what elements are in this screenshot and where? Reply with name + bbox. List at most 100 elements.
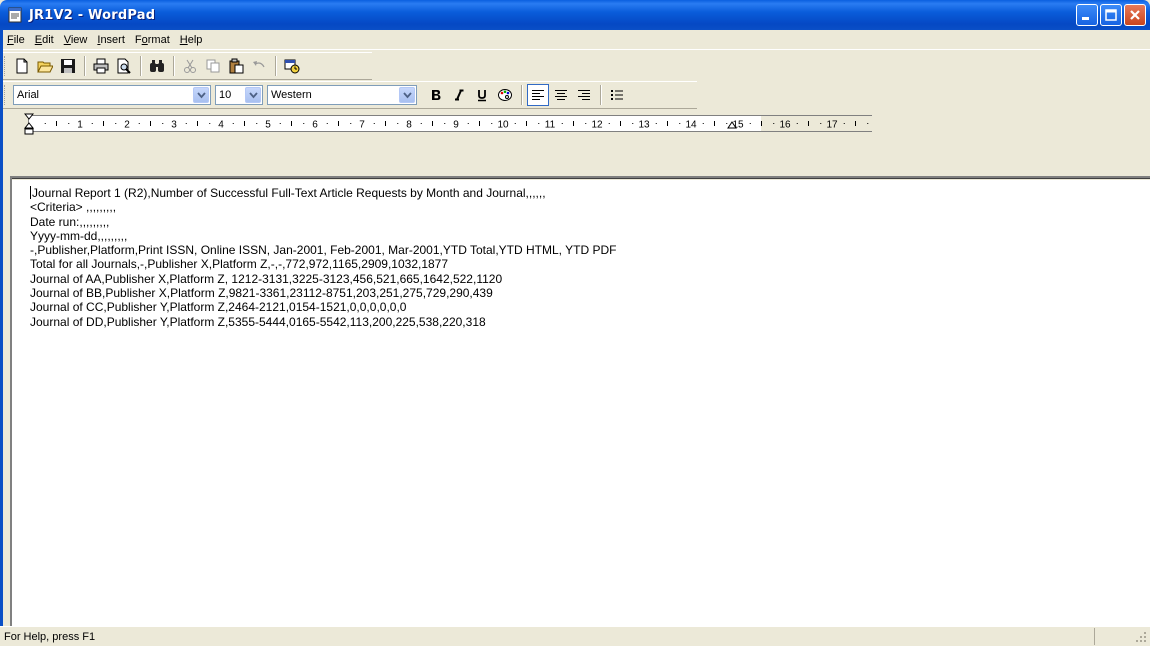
ruler-tick <box>632 123 634 124</box>
wordpad-app-icon[interactable] <box>7 7 23 23</box>
ruler-tick <box>91 123 93 124</box>
ruler-tick <box>350 123 352 124</box>
ruler-tick <box>420 123 422 124</box>
ruler[interactable]: 1 2 3 4 5 6 7 8 9 10 11 12 13 14 15 16 17 <box>28 115 873 132</box>
bullets-button[interactable] <box>606 84 628 106</box>
font-size-value: 10 <box>219 89 232 101</box>
format-toolbar: Arial 10 Western <box>0 81 697 109</box>
align-right-icon <box>578 90 590 100</box>
ruler-number: 9 <box>453 120 459 131</box>
standard-toolbar <box>0 52 372 80</box>
font-dropdown-button[interactable] <box>193 87 209 103</box>
status-bar: For Help, press F1 <box>0 626 1150 646</box>
left-indent-marker-icon[interactable] <box>24 113 34 135</box>
right-indent-marker-icon[interactable] <box>727 121 737 133</box>
ruler-tick <box>867 123 869 124</box>
chevron-down-icon <box>249 92 258 99</box>
bold-button[interactable] <box>425 84 447 106</box>
ruler-tick <box>185 123 187 124</box>
resize-grip-icon[interactable] <box>1134 630 1148 644</box>
align-right-button[interactable] <box>573 84 595 106</box>
ruler-number: 2 <box>124 120 130 131</box>
copy-button[interactable] <box>202 55 224 77</box>
align-center-button[interactable] <box>550 84 572 106</box>
insert-date-time-icon <box>284 59 300 74</box>
print-button[interactable] <box>90 55 112 77</box>
menu-file[interactable]: File <box>2 31 30 49</box>
chevron-down-icon <box>403 92 412 99</box>
ruler-tick <box>279 123 281 124</box>
print-preview-button[interactable] <box>113 55 135 77</box>
find-button[interactable] <box>146 55 168 77</box>
underline-button[interactable] <box>471 84 493 106</box>
open-folder-icon <box>37 61 53 73</box>
ruler-tick <box>162 123 164 124</box>
align-left-button[interactable] <box>527 84 549 106</box>
status-pane <box>1094 628 1134 645</box>
status-text: For Help, press F1 <box>4 630 96 643</box>
cut-button[interactable] <box>179 55 201 77</box>
ruler-tick <box>232 123 234 124</box>
undo-button[interactable] <box>248 55 270 77</box>
script-dropdown-button[interactable] <box>399 87 415 103</box>
ruler-tick <box>843 123 845 124</box>
new-button[interactable] <box>11 55 33 77</box>
toolbar-separator <box>600 85 602 105</box>
menu-view[interactable]: View <box>59 31 93 49</box>
ruler-number: 1 <box>77 120 83 131</box>
ruler-number: 17 <box>826 120 838 131</box>
window-border <box>0 30 3 626</box>
save-button[interactable] <box>57 55 79 77</box>
menu-help[interactable]: Help <box>175 31 208 49</box>
bullets-icon <box>611 90 623 100</box>
script-value: Western <box>271 89 312 101</box>
new-document-icon <box>16 58 28 74</box>
ruler-tick <box>397 123 399 124</box>
ruler-tick <box>444 123 446 124</box>
document-editor[interactable]: Journal Report 1 (R2),Number of Successf… <box>12 180 1150 626</box>
save-icon <box>61 59 75 73</box>
color-icon <box>498 89 512 101</box>
title-bar[interactable]: JR1V2 - WordPad <box>0 0 1150 30</box>
document-line: Journal of BB,Publisher X,Platform Z,982… <box>30 286 493 301</box>
align-center-icon <box>555 90 567 100</box>
font-name-select[interactable]: Arial <box>13 85 211 105</box>
toolbar-grip[interactable] <box>4 85 7 105</box>
script-select[interactable]: Western <box>267 85 417 105</box>
document-line: Yyyy-mm-dd,,,,,,,,, <box>30 228 128 243</box>
find-icon <box>150 60 164 72</box>
ruler-tick <box>585 123 587 124</box>
document-line: Journal of DD,Publisher Y,Platform Z,535… <box>30 314 486 329</box>
ruler-tick <box>655 123 657 124</box>
ruler-tick <box>820 123 822 124</box>
ruler-tick <box>115 123 117 124</box>
ruler-number: 11 <box>545 120 556 131</box>
toolbar-separator <box>275 56 277 76</box>
menu-format[interactable]: Format <box>130 31 175 49</box>
close-button[interactable] <box>1124 4 1146 26</box>
minimize-button[interactable] <box>1076 4 1098 26</box>
ruler-tick <box>209 123 211 124</box>
ruler-number: 5 <box>265 120 271 131</box>
underline-icon <box>478 90 486 102</box>
maximize-button[interactable] <box>1100 4 1122 26</box>
italic-button[interactable] <box>448 84 470 106</box>
minimize-icon <box>1082 17 1089 20</box>
menu-insert[interactable]: Insert <box>92 31 130 49</box>
paste-button[interactable] <box>225 55 247 77</box>
toolbar-grip[interactable] <box>4 56 7 76</box>
size-dropdown-button[interactable] <box>245 87 261 103</box>
open-button[interactable] <box>34 55 56 77</box>
font-size-select[interactable]: 10 <box>215 85 263 105</box>
document-line: Date run:,,,,,,,,, <box>30 214 110 229</box>
chevron-down-icon <box>197 92 206 99</box>
ruler-number: 3 <box>171 120 177 131</box>
ruler-tick <box>538 123 540 124</box>
menu-edit[interactable]: Edit <box>30 31 59 49</box>
ruler-tick <box>373 123 375 124</box>
menu-bar: File Edit View Insert Format Help <box>0 30 1150 50</box>
insert-date-time-button[interactable] <box>281 55 303 77</box>
color-button[interactable] <box>494 84 516 106</box>
toolbar-separator <box>84 56 86 76</box>
ruler-ticks: 1 2 3 4 5 6 7 8 9 10 11 12 13 14 15 16 17 <box>44 120 869 131</box>
